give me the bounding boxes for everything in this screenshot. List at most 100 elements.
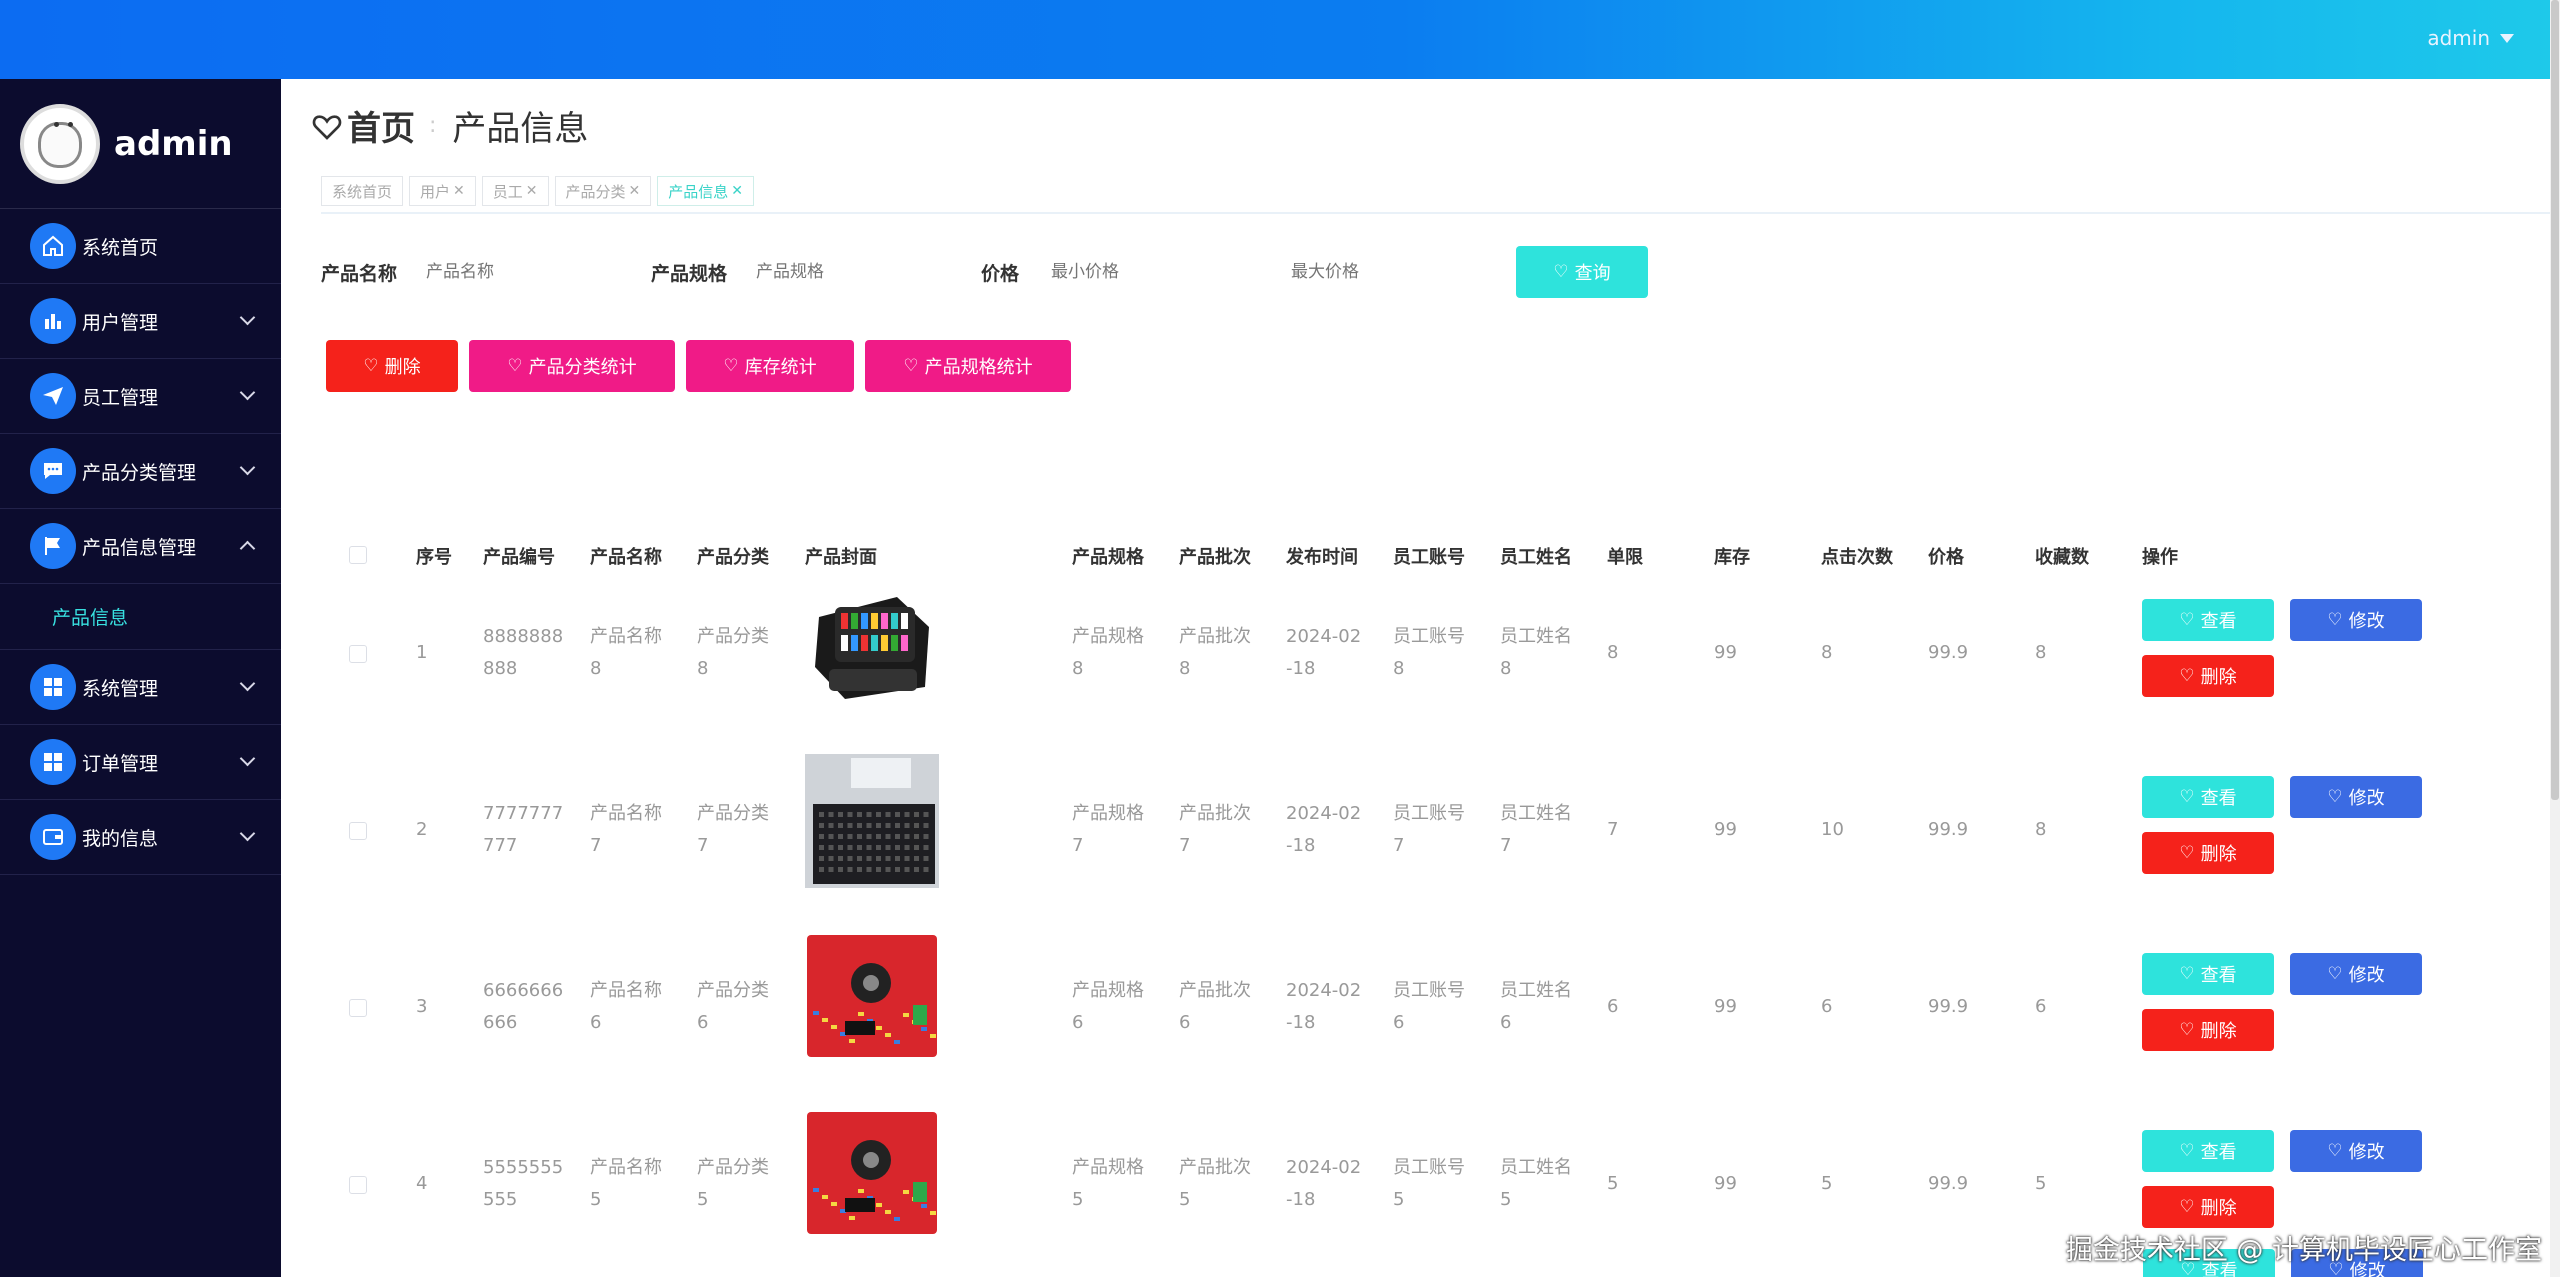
row-checkbox[interactable] xyxy=(349,999,367,1017)
spec-stats-button[interactable]: ♡ 产品规格统计 xyxy=(865,340,1071,392)
row-checkbox[interactable] xyxy=(349,645,367,663)
row-checkbox[interactable] xyxy=(349,1176,367,1194)
col-header[interactable]: 点击次数 xyxy=(1821,543,1893,569)
product-name-label: 产品名称 xyxy=(321,262,398,285)
col-header[interactable]: 产品分类 xyxy=(697,543,769,569)
button-label: 删除 xyxy=(384,357,421,378)
col-header[interactable]: 操作 xyxy=(2142,543,2178,569)
col-header[interactable]: 收藏数 xyxy=(2035,543,2089,569)
product-cover-image[interactable] xyxy=(805,931,939,1065)
breadcrumb-home-label: 首页 xyxy=(347,109,415,149)
scrollbar-thumb[interactable] xyxy=(2551,0,2559,800)
col-header[interactable]: 单限 xyxy=(1607,543,1643,569)
cell-staff: 5 xyxy=(1500,1189,1512,1210)
close-icon[interactable]: ✕ xyxy=(526,183,538,199)
button-label: 删除 xyxy=(2200,1021,2237,1042)
tab-users[interactable]: 用户 ✕ xyxy=(409,176,476,206)
row-index: 2 xyxy=(416,819,428,840)
cell-date: 2024-02 xyxy=(1286,1157,1362,1178)
edit-button[interactable]: ♡ 修改 xyxy=(2290,1130,2422,1172)
row-checkbox[interactable] xyxy=(349,822,367,840)
sidebar-item-system[interactable]: 系统管理 xyxy=(0,650,281,725)
sidebar-item-staff[interactable]: 员工管理 xyxy=(0,359,281,434)
query-button[interactable]: ♡ 查询 xyxy=(1516,246,1648,298)
sidebar-item-label: 产品信息管理 xyxy=(82,536,197,559)
avatar xyxy=(20,103,100,184)
sidebar-item-product-category[interactable]: 产品分类管理 xyxy=(0,434,281,509)
delete-button[interactable]: ♡ 删除 xyxy=(2142,1009,2274,1051)
cell-acct: 6 xyxy=(1393,1012,1405,1033)
edit-button[interactable]: ♡ 修改 xyxy=(2290,599,2422,641)
batch-delete-button[interactable]: ♡ 删除 xyxy=(326,340,458,392)
cell-limit: 7 xyxy=(1607,819,1619,840)
watermark: 掘金技术社区 @ 计算机毕设匠心工作室 xyxy=(2065,1235,2542,1266)
view-button[interactable]: ♡ 查看 xyxy=(2142,1130,2274,1172)
max-price-input[interactable] xyxy=(1291,262,1516,282)
edit-button[interactable]: ♡ 修改 xyxy=(2290,776,2422,818)
select-all-checkbox[interactable] xyxy=(349,546,367,564)
col-header[interactable]: 库存 xyxy=(1714,543,1750,569)
tab-staff[interactable]: 员工 ✕ xyxy=(481,176,549,206)
cell-clicks: 8 xyxy=(1821,642,1833,663)
tags-view: 系统首页 用户 ✕ 员工 ✕ 产品分类 ✕ 产品信息 ✕ xyxy=(321,176,755,206)
col-header[interactable]: 发布时间 xyxy=(1286,543,1358,569)
min-price-input[interactable] xyxy=(1051,262,1291,282)
delete-button[interactable]: ♡ 删除 xyxy=(2142,832,2274,874)
page-scrollbar[interactable] xyxy=(2550,0,2560,1277)
col-header[interactable]: 产品编号 xyxy=(483,543,555,569)
cell-name: 5 xyxy=(590,1189,602,1210)
grid-icon xyxy=(30,739,76,785)
close-icon[interactable]: ✕ xyxy=(629,183,641,199)
category-stats-button[interactable]: ♡ 产品分类统计 xyxy=(469,340,675,392)
view-button[interactable]: ♡ 查看 xyxy=(2142,953,2274,995)
sidebar-item-my-info[interactable]: 我的信息 xyxy=(0,800,281,875)
sidebar-item-product-info[interactable]: 产品信息管理 xyxy=(0,509,281,584)
product-spec-input[interactable] xyxy=(756,262,981,282)
col-header[interactable]: 产品批次 xyxy=(1179,543,1251,569)
col-header[interactable]: 员工账号 xyxy=(1393,543,1465,569)
heart-icon: ♡ xyxy=(363,356,379,376)
view-button[interactable]: ♡ 查看 xyxy=(2142,599,2274,641)
view-button[interactable]: ♡ 查看 xyxy=(2142,776,2274,818)
stock-stats-button[interactable]: ♡ 库存统计 xyxy=(686,340,854,392)
col-header[interactable]: 产品封面 xyxy=(805,543,877,569)
chevron-up-icon xyxy=(239,540,256,557)
sidebar-item-label: 用户管理 xyxy=(82,311,159,334)
col-header[interactable]: 序号 xyxy=(416,543,452,569)
col-header[interactable]: 产品名称 xyxy=(590,543,662,569)
product-cover-image[interactable] xyxy=(805,577,939,711)
cell-code: 5555555 xyxy=(483,1157,564,1178)
heart-icon: ♡ xyxy=(2179,1197,2195,1217)
delete-button[interactable]: ♡ 删除 xyxy=(2142,655,2274,697)
delete-button[interactable]: ♡ 删除 xyxy=(2142,1186,2274,1228)
sidebar-subitem-product-info[interactable]: 产品信息 xyxy=(0,584,281,650)
col-header[interactable]: 员工姓名 xyxy=(1500,543,1572,569)
sidebar-item-users[interactable]: 用户管理 xyxy=(0,284,281,359)
button-label: 库存统计 xyxy=(744,357,817,378)
product-cover-image[interactable] xyxy=(805,1108,939,1242)
sidebar-item-label: 产品分类管理 xyxy=(82,461,197,484)
button-label: 产品规格统计 xyxy=(924,357,1033,378)
close-icon[interactable]: ✕ xyxy=(731,183,743,199)
col-header[interactable]: 价格 xyxy=(1928,543,1964,569)
col-header[interactable]: 产品规格 xyxy=(1072,543,1144,569)
user-menu[interactable]: admin xyxy=(2427,26,2514,50)
tab-product-info[interactable]: 产品信息 ✕ xyxy=(657,176,755,206)
cell-price: 99.9 xyxy=(1928,642,1969,663)
breadcrumb-home[interactable]: 首页 xyxy=(311,101,415,150)
product-name-input[interactable] xyxy=(426,262,651,282)
button-label: 删除 xyxy=(2200,844,2237,865)
product-cover-image[interactable] xyxy=(805,754,939,888)
heart-icon xyxy=(312,114,342,140)
edit-button[interactable]: ♡ 修改 xyxy=(2290,953,2422,995)
close-icon[interactable]: ✕ xyxy=(453,183,465,199)
cell-limit: 6 xyxy=(1607,996,1619,1017)
cell-stock: 99 xyxy=(1714,996,1737,1017)
cell-clicks: 10 xyxy=(1821,819,1844,840)
cell-acct: 员工账号 xyxy=(1393,980,1465,1001)
sidebar-item-orders[interactable]: 订单管理 xyxy=(0,725,281,800)
sidebar-item-home[interactable]: 系统首页 xyxy=(0,209,281,284)
cell-stock: 99 xyxy=(1714,1173,1737,1194)
tab-product-category[interactable]: 产品分类 ✕ xyxy=(554,176,652,206)
tab-home[interactable]: 系统首页 xyxy=(321,176,404,206)
